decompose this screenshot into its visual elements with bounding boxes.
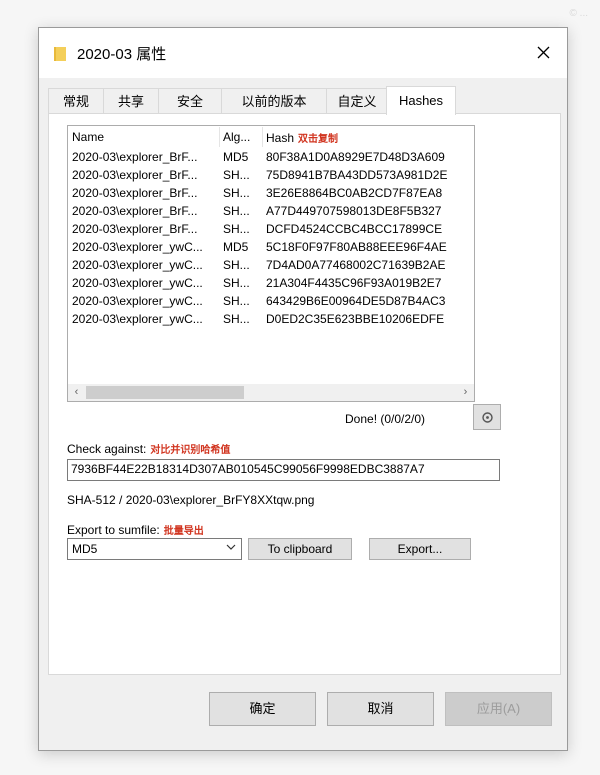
row-name: 2020-03\explorer_ywC... (72, 276, 203, 290)
column-divider (262, 127, 263, 147)
check-annotation: 对比并识别哈希值 (150, 445, 231, 456)
status-text: Done! (0/0/2/0) (345, 412, 426, 426)
export-label-text: Export to sumfile: (67, 523, 160, 537)
row-name: 2020-03\explorer_BrF... (72, 204, 198, 218)
row-name: 2020-03\explorer_BrF... (72, 222, 198, 236)
row-name: 2020-03\explorer_BrF... (72, 168, 198, 182)
properties-dialog: 2020-03 属性 常规 共享 安全 以前的版本 自定义 Hashes Nam… (38, 27, 568, 751)
options-button[interactable] (473, 404, 501, 430)
row-hash: 21A304F4435C96F93A019B2E7 (266, 276, 442, 290)
row-name: 2020-03\explorer_ywC... (72, 258, 203, 272)
row-hash: DCFD4524CCBC4BCC17899CE (266, 222, 443, 236)
tab-previous-versions[interactable]: 以前的版本 (221, 88, 327, 114)
title-bar: 2020-03 属性 (39, 28, 567, 78)
tab-strip: 常规 共享 安全 以前的版本 自定义 Hashes (48, 86, 568, 115)
table-row[interactable]: 2020-03\explorer_BrF... SH... 3E26E8864BC0… (68, 184, 474, 202)
horizontal-scrollbar[interactable]: ‹ › (68, 384, 474, 401)
row-name: 2020-03\explorer_ywC... (72, 294, 203, 308)
table-row[interactable]: 2020-03\explorer_BrF... SH... 75D8941B7BA4… (68, 166, 474, 184)
export-label: Export to sumfile: 批量导出 (67, 522, 204, 537)
to-clipboard-button[interactable]: To clipboard (248, 538, 352, 560)
column-hash[interactable]: Hash 双击复制 (266, 130, 338, 145)
row-name: 2020-03\explorer_ywC... (72, 312, 203, 326)
row-hash: A77D449707598013DE8F5B327 (266, 204, 442, 218)
scroll-left-icon[interactable]: ‹ (68, 384, 85, 401)
row-algorithm: SH... (223, 222, 250, 236)
row-algorithm: SH... (223, 168, 250, 182)
cancel-button[interactable]: 取消 (327, 692, 434, 726)
table-row[interactable]: 2020-03\explorer_BrF... SH... A77D44970759… (68, 202, 474, 220)
hash-list[interactable]: Name Alg... Hash 双击复制 2020-03\explorer_Br… (67, 125, 475, 402)
row-algorithm: SH... (223, 294, 250, 308)
check-against-text: Check against: (67, 442, 147, 456)
table-row[interactable]: 2020-03\explorer_ywC... MD5 5C18F0F97F80AB… (68, 238, 474, 256)
tab-general[interactable]: 常规 (48, 88, 104, 114)
table-row[interactable]: 2020-03\explorer_BrF... MD5 80F38A1D0A8929… (68, 148, 474, 166)
row-name: 2020-03\explorer_ywC... (72, 240, 203, 254)
row-hash: 80F38A1D0A8929E7D48D3A609 (266, 150, 445, 164)
row-name: 2020-03\explorer_BrF... (72, 186, 198, 200)
close-icon (537, 46, 550, 59)
tab-security[interactable]: 安全 (158, 88, 222, 114)
row-algorithm: MD5 (223, 150, 249, 164)
watermark: © ... (569, 8, 588, 19)
row-hash: 5C18F0F97F80AB88EEE96F4AE (266, 240, 447, 254)
ok-button[interactable]: 确定 (209, 692, 316, 726)
algorithm-select-value: MD5 (72, 542, 98, 556)
tab-hashes[interactable]: Hashes (386, 86, 456, 115)
row-algorithm: SH... (223, 312, 250, 326)
scroll-right-icon[interactable]: › (457, 384, 474, 401)
list-header: Name Alg... Hash 双击复制 (68, 126, 474, 148)
row-name: 2020-03\explorer_BrF... (72, 150, 198, 164)
export-button[interactable]: Export... (369, 538, 471, 560)
close-button[interactable] (521, 28, 567, 78)
row-algorithm: SH... (223, 276, 250, 290)
chevron-down-icon (226, 544, 236, 550)
table-row[interactable]: 2020-03\explorer_BrF... SH... DCFD4524CCBC… (68, 220, 474, 238)
tab-sharing[interactable]: 共享 (103, 88, 159, 114)
table-row[interactable]: 2020-03\explorer_ywC... SH... 7D4AD0A77468… (68, 256, 474, 274)
row-algorithm: SH... (223, 258, 250, 272)
apply-button[interactable]: 应用(A) (445, 692, 552, 726)
folder-icon (54, 47, 66, 61)
column-name[interactable]: Name (72, 130, 104, 144)
export-annotation: 批量导出 (163, 526, 204, 537)
check-against-label: Check against: 对比并识别哈希值 (67, 441, 230, 456)
scroll-thumb[interactable] (86, 386, 244, 399)
row-algorithm: MD5 (223, 240, 249, 254)
row-algorithm: SH... (223, 186, 250, 200)
tab-customize[interactable]: 自定义 (326, 88, 388, 114)
row-hash: D0ED2C35E623BBE10206EDFE (266, 312, 445, 326)
window-title: 2020-03 属性 (77, 46, 167, 63)
table-row[interactable]: 2020-03\explorer_ywC... SH... D0ED2C35E623… (68, 310, 474, 328)
column-hash-label: Hash (266, 131, 295, 145)
table-row[interactable]: 2020-03\explorer_ywC... SH... 21A304F4435C… (68, 274, 474, 292)
match-result: SHA-512 / 2020-03\explorer_BrFY8XXtqw.pn… (67, 493, 315, 507)
gear-icon (482, 412, 493, 423)
column-divider (219, 127, 220, 147)
check-against-input[interactable]: 7936BF44E22B18314D307AB010545C99056F9998… (67, 459, 500, 481)
row-hash: 643429B6E00964DE5D87B4AC3 (266, 294, 446, 308)
row-hash: 3E26E8864BC0AB2CD7F87EA8 (266, 186, 443, 200)
row-algorithm: SH... (223, 204, 250, 218)
algorithm-select[interactable]: MD5 (67, 538, 242, 560)
hashes-panel: Name Alg... Hash 双击复制 2020-03\explorer_Br… (48, 113, 561, 675)
row-hash: 7D4AD0A77468002C71639B2AE (266, 258, 446, 272)
column-algorithm[interactable]: Alg... (223, 130, 250, 144)
hash-annotation: 双击复制 (298, 134, 339, 145)
table-row[interactable]: 2020-03\explorer_ywC... SH... 643429B6E009… (68, 292, 474, 310)
row-hash: 75D8941B7BA43DD573A981D2E (266, 168, 448, 182)
